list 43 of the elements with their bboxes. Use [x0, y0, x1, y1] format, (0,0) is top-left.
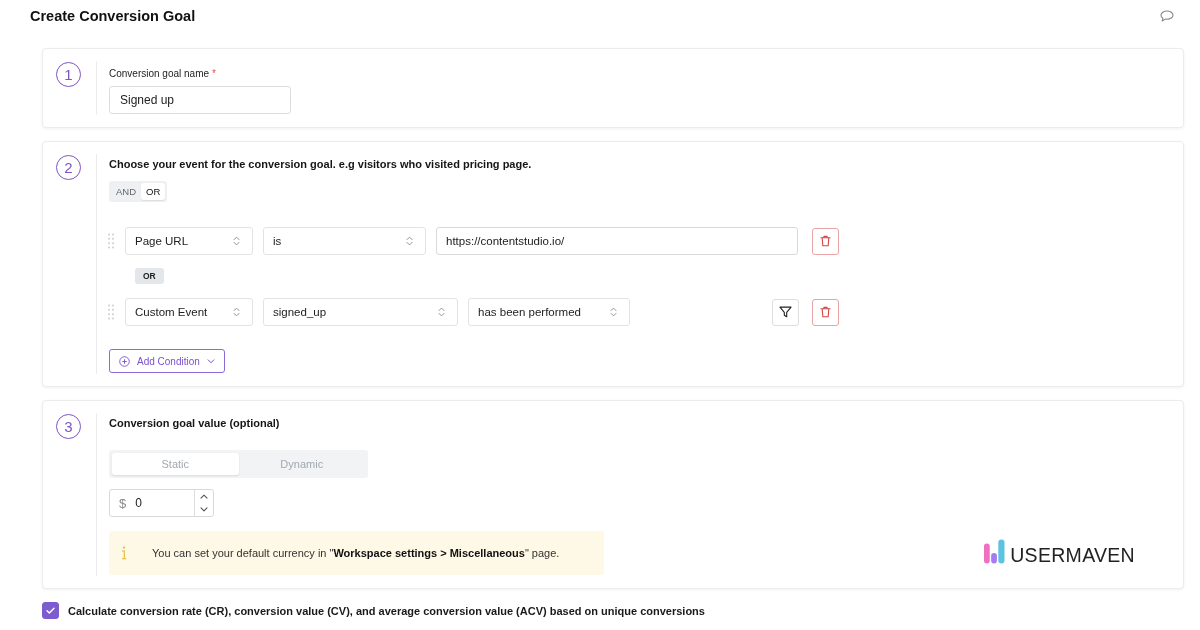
updown-chevron-icon [610, 307, 617, 317]
updown-chevron-icon [233, 236, 240, 246]
delete-button[interactable] [812, 227, 839, 255]
logic-option[interactable]: OR [141, 183, 166, 200]
amount-input[interactable]: 0 [135, 496, 186, 510]
dropdown-select[interactable]: signed_up [263, 298, 458, 326]
trash-icon [820, 306, 831, 318]
filter-button[interactable] [772, 298, 799, 326]
delete-button[interactable] [812, 298, 839, 326]
comment-icon[interactable] [1160, 10, 1174, 22]
updown-chevron-icon [438, 307, 445, 317]
chevron-up-icon [200, 494, 208, 499]
updown-chevron-icon [233, 307, 240, 317]
drag-handle-icon[interactable] [108, 233, 114, 249]
brand-name: USERMAVEN [1010, 546, 1135, 564]
logic-option[interactable]: AND [111, 183, 142, 200]
add-condition-button[interactable]: Add Condition [109, 349, 225, 373]
info-icon [121, 546, 127, 560]
updown-chevron-icon [406, 236, 413, 246]
section-heading: Conversion goal value (optional) [109, 416, 280, 431]
chevron-down-icon [200, 507, 208, 512]
chevron-down-icon [206, 358, 215, 364]
goal-name-input[interactable]: Signed up [109, 86, 291, 114]
dropdown-select[interactable]: Page URL [125, 227, 253, 255]
required-mark: * [212, 67, 216, 81]
field-label: Conversion goal name [109, 67, 210, 81]
dropdown-select[interactable]: is [263, 227, 426, 255]
dropdown-select[interactable]: Custom Event [125, 298, 253, 326]
page-title: Create Conversion Goal [30, 8, 196, 24]
checkbox-label: Calculate conversion rate (CR), conversion value (CV), and average conversion value (ACV) based on unique conversions [68, 604, 705, 617]
currency-symbol: $ [118, 495, 127, 511]
trash-icon [820, 235, 831, 247]
checkbox[interactable] [42, 602, 59, 619]
info-text: You can set your default currency in "Workspace settings > Miscellaneous" page. [152, 547, 560, 559]
section-heading: Choose your event for the conversion goal. e.g visitors who visited pricing page. [109, 157, 532, 172]
bar-chart-logo-icon [984, 539, 1006, 564]
dropdown-select[interactable]: has been performed [468, 298, 630, 326]
filter-icon [779, 306, 792, 318]
plus-circle-icon [119, 355, 130, 367]
drag-handle-icon[interactable] [108, 304, 114, 320]
checkmark-icon [45, 605, 56, 616]
operator-tag: OR [135, 268, 164, 284]
condition-value-input[interactable]: https://contentstudio.io/ [436, 227, 798, 255]
